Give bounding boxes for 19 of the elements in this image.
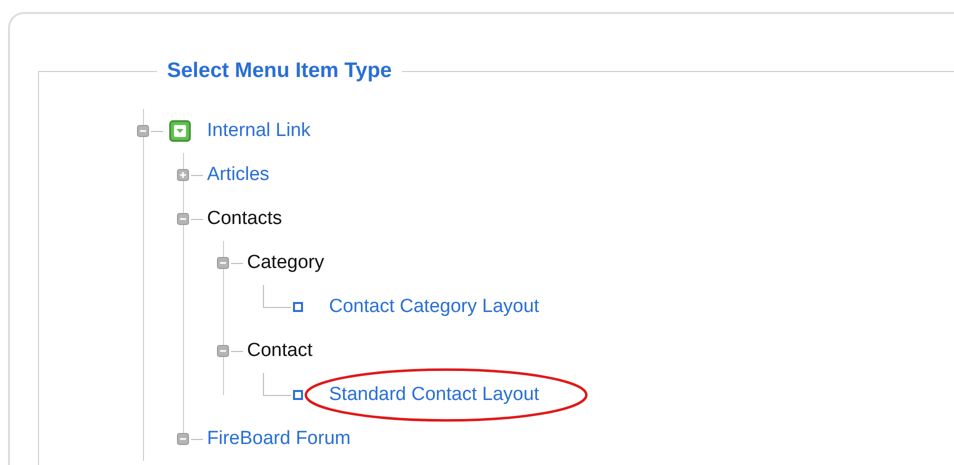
menu-type-link[interactable]: Articles bbox=[207, 164, 270, 186]
collapse-icon[interactable] bbox=[177, 433, 189, 445]
tree-category-label[interactable]: Category bbox=[247, 252, 324, 274]
collapse-icon[interactable] bbox=[217, 345, 229, 357]
expand-icon[interactable] bbox=[177, 169, 189, 181]
tree-category-label[interactable]: Contacts bbox=[207, 208, 282, 230]
square-bullet-icon bbox=[293, 390, 303, 400]
tree-line bbox=[263, 373, 291, 396]
menu-type-link[interactable]: FireBoard Forum bbox=[207, 428, 351, 450]
collapse-icon[interactable] bbox=[177, 213, 189, 225]
collapse-icon[interactable] bbox=[137, 125, 149, 137]
tree-category-label[interactable]: Contact bbox=[247, 340, 312, 362]
menu-type-link[interactable]: Contact Category Layout bbox=[329, 296, 540, 317]
dropdown-box-icon[interactable] bbox=[169, 120, 191, 142]
tree-line bbox=[263, 285, 291, 308]
menu-type-link[interactable]: Internal Link bbox=[207, 120, 311, 142]
collapse-icon[interactable] bbox=[217, 257, 229, 269]
fieldset-title: Select Menu Item Type bbox=[166, 60, 393, 83]
square-bullet-icon bbox=[293, 302, 303, 312]
